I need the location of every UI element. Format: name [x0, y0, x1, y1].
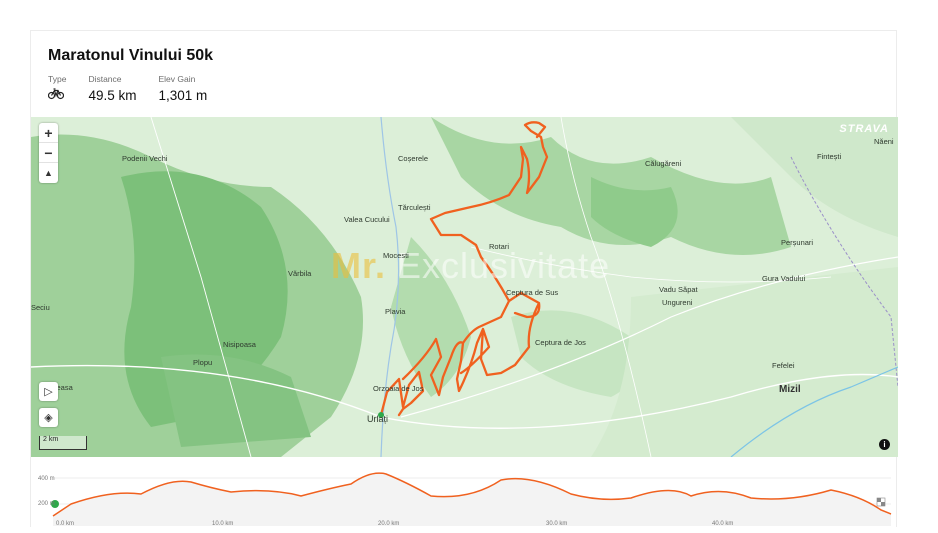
layers-button[interactable]: ◈	[39, 408, 58, 427]
place-label: Mocesti	[383, 251, 409, 260]
place-label: Perșunari	[781, 238, 814, 247]
stat-elev-gain: Elev Gain 1,301 m	[158, 74, 207, 105]
play-button[interactable]: ▷	[39, 382, 58, 401]
place-label: Plopu	[193, 358, 213, 367]
elev-x-tick: 40.0 km	[712, 521, 734, 527]
place-label: Valea Cucului	[344, 215, 390, 224]
info-icon[interactable]: i	[879, 439, 890, 450]
place-label: Fintești	[817, 152, 842, 161]
watermark-prefix: Mr.	[331, 245, 387, 286]
compass-icon[interactable]: ▲	[39, 163, 58, 183]
stat-type-label: Type	[48, 74, 67, 84]
place-label: Ungureni	[662, 298, 693, 307]
activity-card: Maratonul Vinului 50k Type Distance 49.5…	[30, 30, 898, 528]
place-label: Vadu Săpat	[659, 285, 698, 294]
place-label: Tărculești	[398, 203, 431, 212]
activity-stats: Type Distance 49.5 km Elev Gain 1,301 m	[47, 74, 207, 105]
elev-x-tick: 30.0 km	[546, 521, 568, 527]
place-label: Mizil	[779, 384, 801, 395]
map-scale-bar: 2 km	[39, 436, 87, 450]
place-label: Năeni	[874, 137, 894, 146]
place-label: Fefelei	[772, 361, 795, 370]
elev-x-tick: 20.0 km	[378, 521, 400, 527]
place-label: Călugăreni	[645, 159, 682, 168]
place-label: Ceptura de Jos	[535, 338, 586, 347]
elev-y-tick: 400 m	[38, 476, 55, 482]
place-label: Nisipoasa	[223, 340, 256, 349]
strava-logo: STRAVA	[839, 123, 889, 135]
place-label: Podenii Vechi	[122, 154, 168, 163]
place-label: Orzoaia de Jos	[373, 384, 424, 393]
zoom-out-button[interactable]: −	[39, 143, 58, 163]
zoom-controls: + − ▲	[39, 123, 58, 183]
watermark: Mr. Exclusivitate	[331, 245, 610, 287]
place-label: Urlați	[367, 414, 389, 424]
place-label: Rotari	[489, 242, 510, 251]
place-label: Ceptura de Sus	[506, 288, 559, 297]
stat-elev-value: 1,301 m	[158, 88, 208, 103]
place-label: Coșerele	[398, 154, 429, 163]
stat-type: Type	[47, 74, 67, 105]
zoom-in-button[interactable]: +	[39, 123, 58, 143]
stat-distance-value: 49.5 km	[88, 88, 137, 103]
stat-distance: Distance 49.5 km	[88, 74, 136, 105]
place-label: Plavia	[385, 307, 406, 316]
elevation-chart	[51, 472, 892, 526]
route-map[interactable]: Mr. Exclusivitate Podenii Vechi Coșerele…	[31, 117, 898, 457]
stat-distance-label: Distance	[88, 74, 122, 84]
place-label: Gura Vadului	[762, 274, 806, 283]
place-label: Vărbila	[288, 269, 312, 278]
bicycle-icon	[47, 86, 66, 105]
elevation-profile[interactable]: 400 m 200 m 0.0 km 10.0 km 20.0 km 30.0 …	[31, 458, 898, 528]
elev-x-tick: 0.0 km	[56, 521, 75, 527]
map-terrain	[31, 117, 898, 457]
elev-y-tick: 200 m	[38, 501, 55, 507]
finish-flag-icon	[876, 497, 886, 507]
place-label: Seciu	[31, 303, 50, 312]
watermark-text: Exclusivitate	[386, 245, 611, 286]
elev-x-tick: 10.0 km	[212, 521, 234, 527]
activity-title: Maratonul Vinului 50k	[48, 47, 214, 64]
stat-elev-label: Elev Gain	[158, 74, 196, 84]
